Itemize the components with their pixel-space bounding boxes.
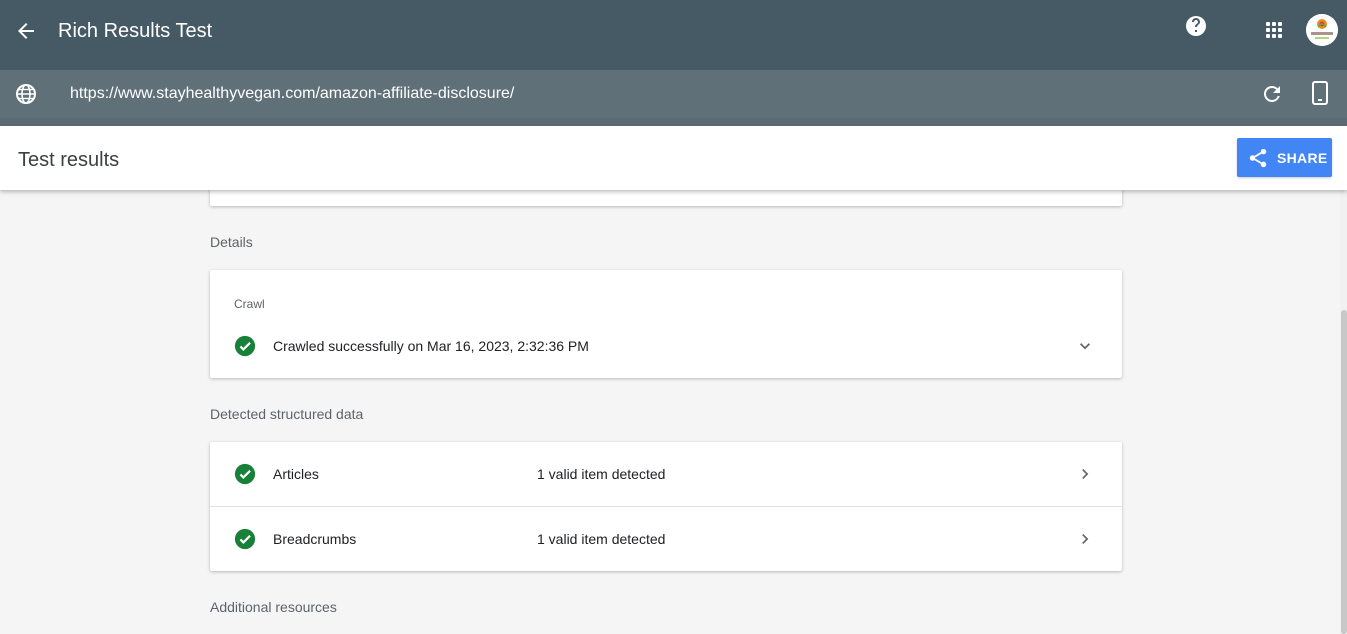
crawl-label: Crawl — [234, 297, 265, 311]
chevron-right-icon — [1082, 469, 1089, 479]
app-title: Rich Results Test — [58, 20, 213, 42]
list-item-articles[interactable]: Articles 1 valid item detected — [210, 442, 1122, 506]
structured-data-heading: Detected structured data — [210, 406, 364, 422]
additional-resources-heading: Additional resources — [210, 599, 337, 615]
tested-url[interactable]: https://www.stayhealthyvegan.com/amazon-… — [70, 84, 514, 104]
smartphone-icon[interactable] — [1308, 80, 1332, 106]
share-icon — [1249, 148, 1267, 168]
share-button[interactable]: SHARE — [1237, 138, 1332, 177]
crawl-card: Crawl Crawled successfully on Mar 16, 20… — [210, 270, 1122, 378]
url-bar-bottom-strip — [0, 118, 1347, 126]
globe-icon — [16, 84, 36, 104]
check-circle-icon — [234, 335, 256, 357]
app-bar: Rich Results Test — [0, 0, 1347, 70]
results-title: Test results — [18, 149, 120, 171]
check-circle-icon — [234, 463, 256, 485]
scrollbar-thumb[interactable] — [1341, 310, 1347, 634]
avatar-logo-icon — [1306, 14, 1338, 46]
check-circle-icon — [234, 528, 256, 550]
url-bar: https://www.stayhealthyvegan.com/amazon-… — [0, 70, 1347, 118]
item-name: Breadcrumbs — [273, 531, 357, 547]
structured-data-card: Articles 1 valid item detected Breadcrum… — [210, 442, 1122, 571]
apps-grid-icon[interactable] — [1262, 18, 1286, 42]
share-label: SHARE — [1277, 150, 1328, 166]
chevron-right-icon — [1082, 534, 1089, 544]
chevron-down-icon[interactable] — [1075, 336, 1095, 356]
item-name: Articles — [273, 466, 319, 482]
item-status: 1 valid item detected — [537, 531, 666, 547]
results-header: Test results SHARE — [0, 126, 1347, 190]
list-item-breadcrumbs[interactable]: Breadcrumbs 1 valid item detected — [210, 507, 1122, 571]
arrow-back-icon[interactable] — [14, 19, 38, 43]
details-heading: Details — [210, 234, 253, 250]
help-icon[interactable] — [1184, 14, 1208, 38]
crawl-status: Crawled successfully on Mar 16, 2023, 2:… — [273, 338, 589, 354]
avatar[interactable] — [1306, 14, 1338, 46]
reload-icon[interactable] — [1260, 82, 1284, 106]
item-status: 1 valid item detected — [537, 466, 666, 482]
scrollbar[interactable] — [1340, 190, 1347, 634]
